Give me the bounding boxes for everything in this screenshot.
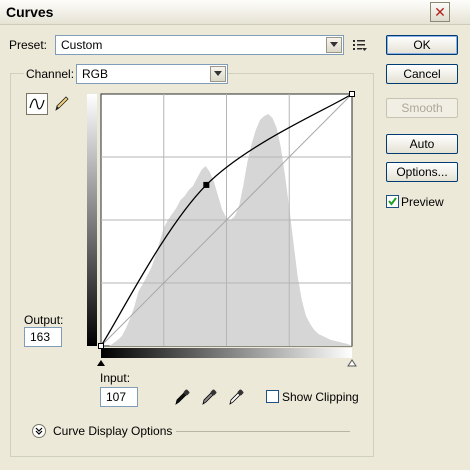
curve-tool-icon bbox=[29, 98, 45, 110]
expand-options-button[interactable] bbox=[32, 424, 46, 438]
show-clipping-label[interactable]: Show Clipping bbox=[282, 390, 359, 404]
chevron-down-icon bbox=[326, 37, 342, 53]
preset-value: Custom bbox=[61, 38, 103, 52]
channel-label: Channel: bbox=[24, 67, 77, 81]
white-point-slider[interactable] bbox=[347, 359, 357, 367]
white-eyedropper-icon[interactable] bbox=[227, 388, 245, 406]
curve-graph[interactable] bbox=[86, 88, 372, 376]
close-icon: ✕ bbox=[434, 3, 446, 20]
black-eyedropper-icon[interactable] bbox=[173, 388, 191, 406]
auto-button[interactable]: Auto bbox=[386, 134, 458, 154]
chevron-double-down-icon bbox=[35, 427, 43, 435]
curve-control-point[interactable] bbox=[203, 181, 210, 188]
output-gradient-bar bbox=[87, 94, 97, 346]
ok-button[interactable]: OK bbox=[386, 35, 458, 55]
channel-dropdown[interactable]: RGB bbox=[76, 64, 228, 84]
smooth-button[interactable]: Smooth bbox=[386, 98, 458, 118]
options-divider bbox=[176, 431, 350, 432]
preset-label: Preset: bbox=[9, 38, 48, 52]
pencil-icon bbox=[55, 96, 69, 111]
show-clipping-checkbox[interactable] bbox=[266, 390, 279, 403]
chevron-down-icon bbox=[210, 66, 226, 82]
gray-eyedropper-icon[interactable] bbox=[200, 388, 218, 406]
curve-display-options-label[interactable]: Curve Display Options bbox=[53, 424, 172, 438]
output-field[interactable]: 163 bbox=[24, 327, 62, 347]
curve-endpoint-black[interactable] bbox=[98, 343, 104, 349]
input-label: Input: bbox=[100, 371, 131, 385]
curve-tool-button[interactable] bbox=[26, 93, 48, 115]
preview-checkbox[interactable] bbox=[386, 195, 399, 208]
output-label: Output: bbox=[24, 313, 64, 327]
preset-dropdown[interactable]: Custom bbox=[55, 35, 344, 55]
checkmark-icon bbox=[388, 197, 397, 206]
list-menu-icon[interactable] bbox=[352, 37, 368, 53]
input-field[interactable]: 107 bbox=[100, 387, 138, 407]
input-gradient-bar bbox=[101, 348, 352, 358]
window-title: Curves bbox=[6, 4, 54, 20]
close-button[interactable]: ✕ bbox=[430, 2, 450, 22]
curve-endpoint-white[interactable] bbox=[349, 91, 355, 97]
cancel-button[interactable]: Cancel bbox=[386, 64, 458, 84]
black-point-slider[interactable] bbox=[97, 360, 105, 366]
channel-value: RGB bbox=[82, 67, 109, 81]
options-button[interactable]: Options... bbox=[386, 162, 458, 182]
pencil-tool-button[interactable] bbox=[52, 93, 74, 115]
title-bar: Curves ✕ bbox=[0, 0, 470, 25]
preview-label[interactable]: Preview bbox=[401, 195, 444, 209]
